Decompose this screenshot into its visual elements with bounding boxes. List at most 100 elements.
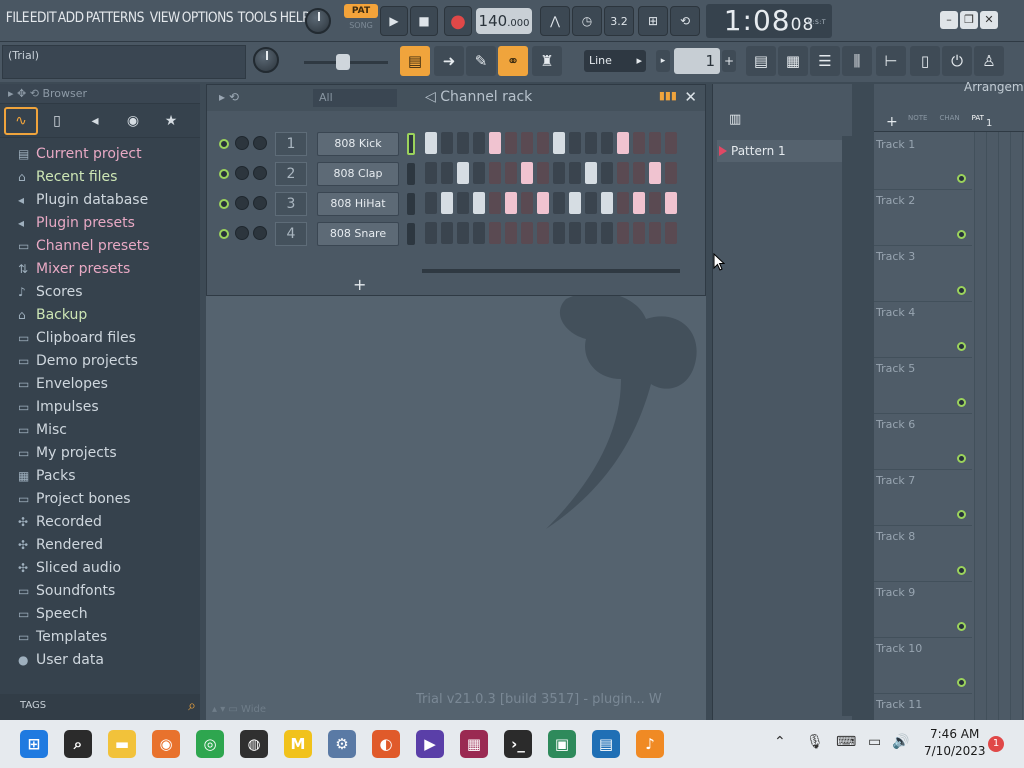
playlist-toggle-button[interactable]: ▤: [400, 46, 430, 76]
step-button[interactable]: [473, 222, 485, 244]
step-button[interactable]: [553, 132, 565, 154]
step-button[interactable]: [649, 132, 661, 154]
winrar-icon[interactable]: ▦: [460, 730, 488, 758]
piano-icon[interactable]: ▥: [729, 112, 741, 127]
step-button[interactable]: [665, 162, 677, 184]
browser-arrow-icon[interactable]: ▸ ✥ ⟲: [8, 87, 42, 100]
snap-select[interactable]: Line ▸: [584, 50, 646, 72]
browser-item[interactable]: ▭ Demo projects: [0, 349, 200, 372]
browser-item[interactable]: ✣ Recorded: [0, 510, 200, 533]
stop-button[interactable]: ■: [410, 6, 438, 36]
step-button[interactable]: [665, 192, 677, 214]
record-button[interactable]: ●: [444, 6, 472, 36]
menu-patterns[interactable]: PATTERNS: [84, 10, 146, 26]
channel-volume-knob[interactable]: [253, 196, 267, 210]
tab-all[interactable]: ∿: [4, 106, 38, 135]
step-button[interactable]: [601, 222, 613, 244]
track-header[interactable]: Track 5: [874, 358, 972, 414]
browser-item[interactable]: ▦ Packs: [0, 464, 200, 487]
step-button[interactable]: [505, 162, 517, 184]
browser-item[interactable]: ⇅ Mixer presets: [0, 257, 200, 280]
track-mute-led[interactable]: [957, 678, 966, 687]
channel-select-indicator[interactable]: [407, 133, 415, 155]
step-button[interactable]: [633, 132, 645, 154]
plugin-button[interactable]: ⏻: [942, 46, 972, 76]
channel-number[interactable]: 2: [275, 162, 307, 186]
step-button[interactable]: [521, 132, 533, 154]
channel-pan-knob[interactable]: [235, 196, 249, 210]
playlist-tab[interactable]: PAT: [972, 114, 984, 122]
channel-mute-led[interactable]: [219, 139, 229, 149]
browser-item[interactable]: ▭ Templates: [0, 625, 200, 648]
slider-thumb[interactable]: [336, 54, 350, 70]
browser-item[interactable]: ▭ Misc: [0, 418, 200, 441]
wait-input-button[interactable]: ◷: [572, 6, 602, 36]
step-button[interactable]: [473, 162, 485, 184]
step-button[interactable]: [457, 222, 469, 244]
screen-app-icon[interactable]: ▣: [548, 730, 576, 758]
step-button[interactable]: [537, 192, 549, 214]
menu-edit[interactable]: EDIT: [28, 10, 58, 26]
step-button[interactable]: [585, 192, 597, 214]
mixer-button[interactable]: ⫼: [842, 46, 872, 76]
browser-item[interactable]: ⌂ Recent files: [0, 165, 200, 188]
step-button[interactable]: [585, 132, 597, 154]
stamp-tool-button[interactable]: ♜: [532, 46, 562, 76]
step-button[interactable]: [569, 132, 581, 154]
pattern-prev-button[interactable]: ▸: [656, 50, 670, 72]
audacity-icon[interactable]: ◐: [372, 730, 400, 758]
start-icon[interactable]: ⊞: [20, 730, 48, 758]
settings-icon[interactable]: ⚙: [328, 730, 356, 758]
maximize-button[interactable]: ❐: [960, 11, 978, 29]
file-explorer-icon[interactable]: ▬: [108, 730, 136, 758]
step-button[interactable]: [473, 192, 485, 214]
track-header[interactable]: Track 2: [874, 190, 972, 246]
m-app-icon[interactable]: M: [284, 730, 312, 758]
step-button[interactable]: [441, 222, 453, 244]
chevron-up-icon[interactable]: ⌃: [774, 734, 786, 750]
minimize-button[interactable]: –: [940, 11, 958, 29]
channel-name-button[interactable]: 808 Kick: [317, 132, 399, 156]
tab-favorites[interactable]: ★: [152, 107, 190, 135]
step-button[interactable]: [617, 132, 629, 154]
browser-item[interactable]: ▭ My projects: [0, 441, 200, 464]
pattern-item[interactable]: Pattern 1: [717, 140, 847, 162]
channel-number[interactable]: 3: [275, 192, 307, 216]
microphone-icon[interactable]: 🎙: [806, 734, 824, 750]
song-position-clock[interactable]: 1:0808 B:S:T: [706, 4, 832, 38]
menu-add[interactable]: ADD: [56, 10, 85, 26]
step-button[interactable]: [649, 162, 661, 184]
browser-item[interactable]: ✣ Sliced audio: [0, 556, 200, 579]
search-icon[interactable]: ⌕: [64, 730, 92, 758]
browser-item[interactable]: ▭ Channel presets: [0, 234, 200, 257]
metronome-button[interactable]: ⋀: [540, 6, 570, 36]
close-icon[interactable]: ✕: [684, 88, 697, 106]
playlist-tab[interactable]: CHAN: [939, 114, 959, 122]
master-volume-knob[interactable]: [305, 8, 331, 34]
step-button[interactable]: [585, 162, 597, 184]
step-button[interactable]: [569, 162, 581, 184]
search-icon[interactable]: ⌕: [188, 698, 196, 714]
menu-file[interactable]: FILE: [4, 10, 31, 26]
browser-item[interactable]: ▭ Impulses: [0, 395, 200, 418]
playlist-grid[interactable]: [974, 132, 1024, 720]
pattern-scrollbar[interactable]: [842, 136, 852, 716]
step-button[interactable]: [425, 132, 437, 154]
pat-song-toggle[interactable]: PAT SONG: [344, 4, 378, 36]
piano-roll-button[interactable]: ▦: [778, 46, 808, 76]
step-button[interactable]: [441, 132, 453, 154]
step-button[interactable]: [521, 192, 533, 214]
step-button[interactable]: [505, 222, 517, 244]
step-button[interactable]: [441, 162, 453, 184]
pattern-add-button[interactable]: +: [722, 50, 736, 72]
browser-item[interactable]: ▭ Envelopes: [0, 372, 200, 395]
loop-record-button[interactable]: ⟲: [670, 6, 700, 36]
volume-icon[interactable]: 🔊: [892, 734, 909, 750]
channel-number[interactable]: 4: [275, 222, 307, 246]
video-editor-icon[interactable]: ▶: [416, 730, 444, 758]
step-button[interactable]: [633, 192, 645, 214]
channel-filter-select[interactable]: All: [313, 89, 397, 107]
browser-item[interactable]: ◂ Plugin presets: [0, 211, 200, 234]
step-button[interactable]: [553, 162, 565, 184]
step-button[interactable]: [537, 222, 549, 244]
